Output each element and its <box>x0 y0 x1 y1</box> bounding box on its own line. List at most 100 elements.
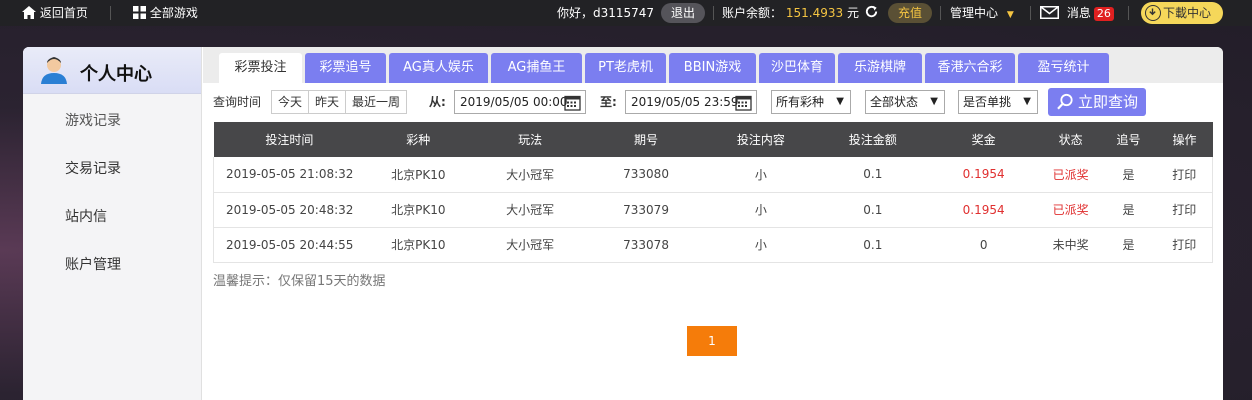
lottery-type-select[interactable]: 所有彩种 ▼ <box>771 90 851 114</box>
quick-range-group: 今天 昨天 最近一周 <box>271 90 408 114</box>
messages-count-badge: 26 <box>1093 7 1114 21</box>
greeting-text: 你好，d3115747 <box>557 6 655 20</box>
home-label: 返回首页 <box>39 6 88 20</box>
divider <box>713 6 714 20</box>
status-value: 全部状态 <box>870 95 919 109</box>
bet-records-table: 投注时间 彩种 玩法 期号 投注内容 投注金额 奖金 状态 追号 操作 2019… <box>213 122 1214 263</box>
caret-down-icon: ▼ <box>1023 96 1031 107</box>
home-link[interactable]: 返回首页 <box>22 0 88 26</box>
query-time-label: 查询时间 <box>213 95 262 109</box>
status-select[interactable]: 全部状态 ▼ <box>865 90 945 114</box>
to-label: 至: <box>600 95 617 109</box>
from-date-input[interactable]: 2019/05/05 00:00 <box>454 90 586 114</box>
divider <box>940 6 941 20</box>
col-lottery: 彩种 <box>365 122 472 157</box>
download-label: 下載中心 <box>1163 6 1212 20</box>
cell-content: 小 <box>703 227 819 263</box>
sidebar-item-game-records[interactable]: 游戏记录 <box>65 110 121 130</box>
manage-center-menu[interactable]: 管理中心 ▼ <box>950 0 1014 26</box>
from-date-value: 2019/05/05 00:00 <box>460 95 568 109</box>
from-label: 从: <box>429 95 446 109</box>
calendar-icon[interactable] <box>735 94 752 111</box>
cell-amount: 0.1 <box>818 157 927 193</box>
cell-content: 小 <box>703 192 819 228</box>
table-row: 2019-05-05 20:44:55 北京PK10 大小冠军 733078 小… <box>213 227 1214 263</box>
messages-link[interactable]: 消息 26 <box>1040 0 1114 26</box>
recharge-button[interactable]: 充值 <box>888 3 933 23</box>
cell-play: 大小冠军 <box>471 192 590 228</box>
pagination-page-1[interactable]: 1 <box>687 326 737 356</box>
cell-issue: 733080 <box>589 157 703 193</box>
cell-prize: 0 <box>926 227 1041 263</box>
tab-pt-slots[interactable]: PT老虎机 <box>585 53 666 83</box>
col-amount: 投注金额 <box>818 122 927 157</box>
to-date-input[interactable]: 2019/05/05 23:59 <box>625 90 757 114</box>
caret-down-icon: ▼ <box>930 96 938 107</box>
all-games-label: 全部游戏 <box>149 6 198 20</box>
tab-ag-live[interactable]: AG真人娱乐 <box>389 53 488 83</box>
print-link[interactable]: 打印 <box>1156 192 1214 228</box>
main-panel: 个人中心 游戏记录 交易记录 站内信 账户管理 彩票投注 彩票追号 AG真人娱乐… <box>23 47 1223 400</box>
caret-down-icon: ▼ <box>836 96 844 107</box>
tab-lottery-bets[interactable]: 彩票投注 <box>219 53 302 83</box>
col-play: 玩法 <box>471 122 590 157</box>
col-issue: 期号 <box>589 122 703 157</box>
cell-chase: 是 <box>1100 227 1157 263</box>
cell-bet-time: 2019-05-05 21:08:32 <box>213 157 366 193</box>
tabs-bar: 彩票投注 彩票追号 AG真人娱乐 AG捕鱼王 PT老虎机 BBIN游戏 沙巴体育… <box>203 47 1223 83</box>
all-games-link[interactable]: 全部游戏 <box>133 0 198 26</box>
tab-ag-fishing[interactable]: AG捕鱼王 <box>491 53 582 83</box>
top-bar: 返回首页 全部游戏 你好，d3115747 退出 账户余额： 151.4933 … <box>0 0 1252 26</box>
query-button[interactable]: 立即查询 <box>1048 88 1146 116</box>
cell-prize: 0.1954 <box>926 157 1041 193</box>
quick-last-week-button[interactable]: 最近一周 <box>346 91 406 113</box>
col-chase: 追号 <box>1100 122 1157 157</box>
sidebar: 个人中心 游戏记录 交易记录 站内信 账户管理 <box>23 47 202 400</box>
cell-lottery: 北京PK10 <box>365 227 472 263</box>
sidebar-item-account-management[interactable]: 账户管理 <box>65 254 121 274</box>
table-row: 2019-05-05 20:48:32 北京PK10 大小冠军 733079 小… <box>213 192 1214 228</box>
cell-amount: 0.1 <box>818 227 927 263</box>
tab-leyou-chess[interactable]: 乐游棋牌 <box>838 53 922 83</box>
refresh-icon <box>865 5 878 18</box>
query-button-label: 立即查询 <box>1078 93 1139 111</box>
calendar-icon[interactable] <box>564 94 581 111</box>
tab-saba-sports[interactable]: 沙巴体育 <box>759 53 835 83</box>
cell-play: 大小冠军 <box>471 157 590 193</box>
tab-bbin-games[interactable]: BBIN游戏 <box>669 53 756 83</box>
download-center-button[interactable]: 下載中心 <box>1141 2 1223 24</box>
cell-lottery: 北京PK10 <box>365 192 472 228</box>
cell-status: 已派奖 <box>1040 157 1101 193</box>
cell-chase: 是 <box>1100 192 1157 228</box>
single-pick-select[interactable]: 是否单挑 ▼ <box>958 90 1038 114</box>
sidebar-item-inbox[interactable]: 站内信 <box>65 206 107 226</box>
caret-down-icon: ▼ <box>1006 10 1014 20</box>
logout-button[interactable]: 退出 <box>661 3 706 23</box>
print-link[interactable]: 打印 <box>1156 157 1214 193</box>
refresh-button[interactable] <box>864 0 879 26</box>
divider <box>1030 6 1031 20</box>
sidebar-title: 个人中心 <box>80 64 152 85</box>
quick-yesterday-button[interactable]: 昨天 <box>309 91 347 113</box>
col-bet-time: 投注时间 <box>213 122 366 157</box>
table-row: 2019-05-05 21:08:32 北京PK10 大小冠军 733080 小… <box>213 157 1214 193</box>
grid-icon <box>133 6 146 19</box>
col-prize: 奖金 <box>926 122 1041 157</box>
cell-amount: 0.1 <box>818 192 927 228</box>
download-icon <box>1145 5 1161 21</box>
cell-issue: 733079 <box>589 192 703 228</box>
tab-hk-marksix[interactable]: 香港六合彩 <box>925 53 1015 83</box>
quick-today-button[interactable]: 今天 <box>272 91 310 113</box>
sidebar-item-transaction-records[interactable]: 交易记录 <box>65 158 121 178</box>
balance-unit: 元 <box>846 6 859 20</box>
print-link[interactable]: 打印 <box>1156 227 1214 263</box>
cell-lottery: 北京PK10 <box>365 157 472 193</box>
cell-bet-time: 2019-05-05 20:48:32 <box>213 192 366 228</box>
tab-lottery-chase[interactable]: 彩票追号 <box>305 53 386 83</box>
user-avatar-icon <box>41 57 67 84</box>
table-header-row: 投注时间 彩种 玩法 期号 投注内容 投注金额 奖金 状态 追号 操作 <box>213 122 1213 157</box>
cell-prize: 0.1954 <box>926 192 1041 228</box>
lottery-type-value: 所有彩种 <box>776 95 825 109</box>
home-icon <box>22 6 36 19</box>
tab-profit-stats[interactable]: 盈亏统计 <box>1018 53 1109 83</box>
